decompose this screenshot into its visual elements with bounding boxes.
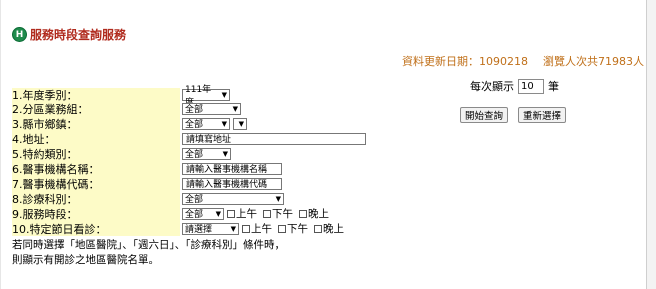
checkbox[interactable] [263,209,271,218]
form-row-name: 6.醫事機構名稱： [12,162,180,176]
holiday-morning[interactable]: 上午 [242,221,272,236]
name-control: 請輸入醫事機構名稱 [182,162,282,175]
form-row-county: 3.縣市鄉鎮： [12,117,180,131]
service-period-value: 全部 [185,210,204,220]
form-row-contract: 5.特約類別： [12,147,180,161]
district-value: 全部 [185,105,204,115]
form-row-year: 1.年度季別： [12,88,180,102]
scrollbar[interactable] [647,0,656,289]
department-select[interactable]: 全部 ▼ [182,192,284,205]
period-control: 全部 ▼ 上午 下午 晚上 [182,207,332,220]
address-control: 請填寫地址 [182,132,366,145]
form-label: 7.醫事機構代碼： [12,178,100,191]
contract-control: 全部 ▼ [182,147,231,160]
chevron-down-icon: ▼ [221,90,227,99]
update-date: 資料更新日期：1090218 [402,55,528,68]
contract-type-value: 全部 [185,150,204,160]
checkbox-label: 晚上 [323,223,344,235]
per-page-input[interactable]: 10 [518,78,544,94]
checkbox-label: 下午 [272,208,293,220]
district-select[interactable]: 全部 ▼ [182,102,241,115]
form-row-code: 7.醫事機構代碼： [12,177,180,191]
search-button[interactable]: 開始查詢 [460,107,509,123]
note-line-1: 若同時選擇「地區醫院」、「週六日」、「診療科別」條件時， [12,239,285,251]
holiday-value: 請選擇 [185,225,213,235]
chevron-down-icon: ▼ [230,224,236,233]
per-page-control: 每次顯示 10 筆 [470,78,559,94]
district-control: 全部 ▼ [182,102,241,115]
page-title: H 服務時段查詢服務 [12,26,126,43]
per-page-unit: 筆 [548,80,559,93]
form-row-department: 8.診療科別： [12,192,180,206]
county-value: 全部 [185,120,204,130]
checkbox[interactable] [242,224,250,233]
chevron-down-icon: ▼ [238,119,244,128]
form-row-holiday: 10.特定節日看診： [12,222,180,236]
checkbox[interactable] [227,209,235,218]
checkbox-label: 晚上 [308,208,329,220]
year-control: 111年度▼ [182,85,230,108]
checkbox-label: 下午 [287,223,308,235]
nhi-logo-icon: H [12,27,27,42]
form-label: 10.特定節日看診： [12,223,107,236]
form-label: 6.醫事機構名稱： [12,163,100,176]
checkbox[interactable] [314,224,322,233]
checkbox[interactable] [299,209,307,218]
chevron-down-icon: ▼ [275,194,281,203]
service-period-select[interactable]: 全部 ▼ [182,207,224,220]
town-select[interactable]: ▼ [233,117,247,130]
page-title-text: 服務時段查詢服務 [30,28,127,42]
code-control: 請輸入醫事機構代碼 [182,177,282,190]
address-input[interactable]: 請填寫地址 [182,132,366,145]
period-evening[interactable]: 晚上 [299,206,329,221]
year-select[interactable]: 111年度▼ [182,85,230,108]
per-page-label: 每次顯示 [470,80,514,93]
checkbox[interactable] [278,224,286,233]
institution-name-input[interactable]: 請輸入醫事機構名稱 [182,162,282,175]
view-count: 瀏覽人次共71983人 [543,55,644,68]
holiday-afternoon[interactable]: 下午 [278,221,308,236]
period-morning[interactable]: 上午 [227,206,257,221]
form-label: 9.服務時段： [12,208,78,221]
form-label: 3.縣市鄉鎮： [12,118,78,131]
holiday-control: 請選擇 ▼ 上午 下午 晚上 [182,222,347,235]
form-row-period: 9.服務時段： [12,207,180,221]
checkbox-label: 上午 [236,208,257,220]
note-line-2: 則顯示有開診之地區醫院名單。 [12,254,159,266]
chevron-down-icon: ▼ [215,209,221,218]
holiday-select[interactable]: 請選擇 ▼ [182,222,239,235]
form-label: 4.地址： [12,133,56,146]
checkbox-label: 上午 [251,223,272,235]
reset-button[interactable]: 重新選擇 [518,107,567,123]
form-label: 8.診療科別： [12,193,78,206]
department-control: 全部 ▼ [182,192,284,205]
form-label: 5.特約類別： [12,148,78,161]
chevron-down-icon: ▼ [221,119,227,128]
chevron-down-icon: ▼ [222,149,228,158]
holiday-evening[interactable]: 晚上 [314,221,344,236]
contract-type-select[interactable]: 全部 ▼ [182,147,231,160]
county-select[interactable]: 全部 ▼ [182,117,230,130]
department-value: 全部 [185,195,204,205]
form-row-address: 4.地址： [12,132,180,146]
county-control: 全部 ▼ ▼ [182,117,247,130]
form-row-district: 2.分區業務組： [12,102,180,116]
period-afternoon[interactable]: 下午 [263,206,293,221]
chevron-down-icon: ▼ [232,104,238,113]
form-label: 2.分區業務組： [12,103,89,116]
institution-code-input[interactable]: 請輸入醫事機構代碼 [182,177,282,190]
